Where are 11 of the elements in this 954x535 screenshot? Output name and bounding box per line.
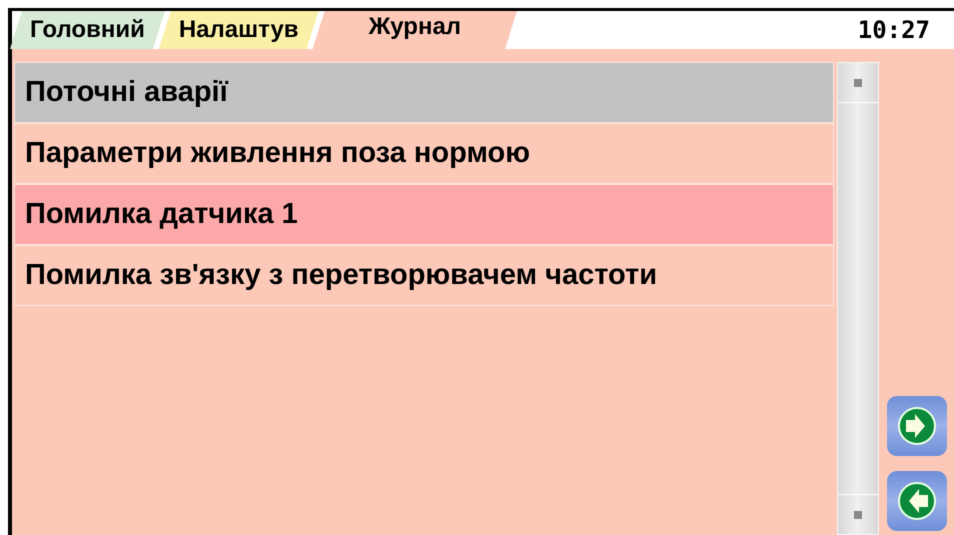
- list-header[interactable]: Поточні аварії: [14, 62, 834, 123]
- next-button[interactable]: [886, 396, 946, 456]
- list-item[interactable]: Помилка датчика 1: [14, 184, 834, 245]
- scrollbar[interactable]: [837, 62, 879, 535]
- tab[interactable]: Налаштув: [158, 11, 319, 49]
- tab[interactable]: Головний: [10, 11, 165, 49]
- clock-time: 10:27: [858, 15, 930, 46]
- tab[interactable]: Журнал: [312, 11, 518, 49]
- list-item[interactable]: Помилка зв'язку з перетворювачем частоти: [14, 245, 834, 306]
- back-button[interactable]: [886, 471, 946, 531]
- list-item[interactable]: Параметри живлення поза нормою: [14, 123, 834, 184]
